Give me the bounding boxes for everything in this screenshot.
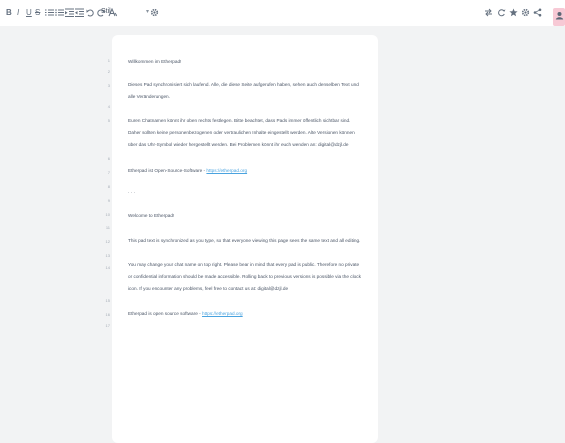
italic-button[interactable]: I (17, 8, 19, 18)
line-number: 10 (105, 212, 110, 217)
settings-icon[interactable] (521, 8, 530, 17)
line-number: 5 (107, 118, 110, 123)
users-button[interactable] (553, 8, 565, 26)
user-icon (555, 12, 563, 20)
strikethrough-button[interactable]: S (35, 8, 40, 18)
style-select-value: Stil (101, 8, 111, 15)
doc-line: You may change your chat name on top rig… (128, 262, 360, 267)
line-number: 1 (107, 58, 110, 63)
line-number: 14 (105, 265, 110, 270)
line-number: 11 (105, 225, 110, 230)
line-number: 8 (107, 184, 110, 189)
doc-line: This pad text is synchronized as you typ… (128, 238, 361, 243)
line-number: 13 (105, 253, 110, 258)
line-number: 6 (107, 156, 110, 161)
etherpad-link[interactable]: https://etherpad.org (202, 311, 243, 316)
line-number: 4 (107, 104, 110, 109)
chevron-down-icon: ▾ (146, 9, 150, 15)
doc-line: Daher sollten keine personenbezogenen od… (128, 130, 355, 135)
underline-button[interactable]: U (26, 8, 32, 18)
doc-line: icon. If you encounter any problems, fee… (128, 286, 289, 291)
doc-line: alle Veränderungen. (128, 94, 170, 99)
doc-separator: · · · (128, 190, 136, 195)
line-number: 16 (105, 312, 110, 317)
bold-button[interactable]: B (6, 8, 12, 18)
doc-line: Etherpad ist Open-Source-Software - http… (128, 167, 368, 174)
line-number: 3 (107, 83, 110, 88)
doc-line: Euren Chatnamen könnt ihr oben rechts fe… (128, 118, 351, 123)
doc-text: Etherpad ist Open-Source-Software - (128, 168, 207, 173)
line-number: 12 (105, 239, 110, 244)
outdent-icon[interactable] (75, 8, 84, 17)
doc-line: or confidential information should be ma… (128, 274, 361, 279)
line-number: 2 (107, 69, 110, 74)
line-number: 15 (105, 298, 110, 303)
line-number: 7 (107, 170, 110, 175)
doc-line: über das Uhr-Symbol wieder hergestellt w… (128, 142, 349, 147)
line-number: 17 (105, 323, 110, 328)
unordered-list-icon[interactable] (55, 8, 64, 17)
doc-line: Willkommen im Etherpad! (128, 59, 182, 64)
doc-line: Welcome to Etherpad! (128, 213, 175, 218)
doc-line: Etherpad is open source software - https… (128, 310, 368, 317)
line-number: 9 (107, 198, 110, 203)
gear-icon[interactable] (150, 8, 159, 17)
star-icon[interactable] (509, 8, 518, 17)
timeslider-icon[interactable] (497, 8, 506, 17)
undo-icon[interactable] (86, 8, 95, 17)
indent-icon[interactable] (65, 8, 74, 17)
ordered-list-icon[interactable] (45, 8, 54, 17)
doc-line: Dieses Pad synchronisiert sich laufend. … (128, 82, 359, 87)
import-export-icon[interactable] (484, 8, 493, 17)
doc-text: Etherpad is open source software - (128, 311, 202, 316)
toolbar: B I U S Stil ▾ (0, 0, 565, 26)
etherpad-link[interactable]: https://etherpad.org (206, 168, 247, 173)
share-icon[interactable] (533, 8, 542, 17)
